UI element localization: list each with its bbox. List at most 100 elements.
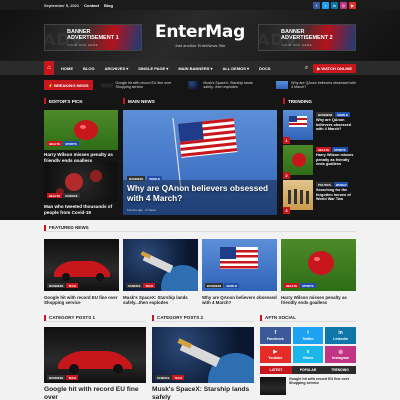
- banner-advertisement-2[interactable]: ADV BANNER ADVERTISEMENT 2 YOUR ADS HERE: [258, 24, 356, 51]
- featured-item[interactable]: BUSINESS WORLD Why are QAnon believers ob…: [202, 239, 277, 306]
- post-title[interactable]: Searching for the forgotten heroes of Wo…: [316, 188, 356, 202]
- watch-online-button[interactable]: ▶ WATCH ONLINE: [313, 63, 356, 73]
- facebook-icon[interactable]: f: [313, 1, 320, 9]
- post-title[interactable]: Google hit with record EU fine over Shop…: [44, 295, 119, 306]
- editors-pick-item[interactable]: HEALTH SPORTS Harry Wilson misses penalt…: [44, 110, 118, 168]
- category-badge[interactable]: TECH: [66, 375, 78, 380]
- category-badge[interactable]: WORLD: [224, 283, 239, 288]
- nav-item-all-demos[interactable]: ALL DEMOS: [217, 61, 254, 75]
- contact-link[interactable]: Contact: [84, 3, 99, 8]
- post-thumbnail: [283, 145, 313, 175]
- instagram-button[interactable]: ◎ Instagram: [325, 346, 356, 363]
- category-badge[interactable]: SPORTS: [300, 283, 316, 288]
- post-title[interactable]: Why are QAnon believers obsessed with 4 …: [316, 118, 356, 132]
- editors-pick-item[interactable]: HEALTH SCIENCE Man who tweeted thousands…: [44, 162, 118, 215]
- category-badge[interactable]: BUSINESS: [316, 112, 335, 117]
- featured-news-section: FEATURED NEWS BUSINESS TECH Google hit wi…: [44, 224, 356, 306]
- post-title[interactable]: Why are QAnon believers obsessed with 4 …: [202, 295, 277, 306]
- post-image[interactable]: BUSINESS TECH: [44, 327, 146, 383]
- category-badge[interactable]: SCIENCE: [63, 193, 80, 198]
- tab-latest[interactable]: LATEST: [260, 366, 292, 374]
- linkedin-button[interactable]: in Linkedin: [325, 327, 356, 344]
- tab-trending[interactable]: TRENDING: [324, 366, 356, 374]
- main-news-heading: MAIN NEWS: [123, 97, 155, 105]
- ticker-thumbnail: [188, 81, 201, 89]
- trending-item[interactable]: 2 HEALTH SPORTS Harry Wilson misses penal…: [283, 145, 356, 179]
- category-badge[interactable]: TECH: [143, 283, 156, 288]
- top-social-icons: f t in ◎ ▶: [313, 1, 356, 9]
- category-badge[interactable]: WORLD: [333, 182, 349, 187]
- category-badge[interactable]: BUSINESS: [47, 283, 66, 288]
- search-icon[interactable]: ⌕: [305, 65, 308, 72]
- ticker-item[interactable]: Google hit with record EU fine over Shop…: [100, 81, 181, 90]
- ticker-thumbnail: [100, 81, 113, 89]
- instagram-icon: ◎: [338, 348, 343, 355]
- ticker-item[interactable]: Musk's SpaceX: Starship lands safely...t…: [188, 81, 268, 90]
- site-logo[interactable]: EnterMag Just another EnterNews Site: [150, 22, 250, 48]
- nav-item-blog[interactable]: BLOG: [78, 61, 100, 75]
- linkedin-icon: in: [338, 329, 343, 336]
- nav-item-home[interactable]: HOME: [56, 61, 78, 75]
- nav-item-main-banners[interactable]: MAIN BANNERS: [173, 61, 217, 75]
- post-title[interactable]: Man who tweeted thousands of people from…: [44, 204, 118, 215]
- nav-item-single-page[interactable]: SINGLE PAGE: [133, 61, 173, 75]
- category-badge[interactable]: SPORTS: [63, 141, 79, 146]
- post-title[interactable]: Google hit with record EU fine over: [44, 386, 146, 400]
- category-badge[interactable]: BUSINESS: [205, 283, 224, 288]
- category-badge[interactable]: BUSINESS: [47, 375, 66, 380]
- category-badge[interactable]: WORLD: [147, 176, 162, 181]
- vimeo-icon: v: [306, 348, 310, 355]
- main-news-card[interactable]: BUSINESS WORLD Why are QAnon believers o…: [123, 110, 277, 215]
- home-icon[interactable]: ⌂: [44, 61, 54, 75]
- featured-item[interactable]: SCIENCE TECH Musk's SpaceX: Starship land…: [123, 239, 198, 306]
- banner-title: BANNER ADVERTISEMENT 1: [67, 29, 119, 41]
- post-title[interactable]: Harry Wilson misses penalty as friendly …: [316, 153, 356, 167]
- tab-popular[interactable]: POPULAR: [292, 366, 324, 374]
- category-badge[interactable]: HEALTH: [316, 147, 332, 152]
- post-meta: 6 hours ago · 0 Views: [127, 208, 156, 212]
- post-title[interactable]: Harry Wilson misses penalty as friendly …: [281, 295, 356, 306]
- trending-item[interactable]: 3 POLITICS WORLD Searching for the forgot…: [283, 180, 356, 214]
- category-badge[interactable]: HEALTH: [47, 193, 63, 198]
- category-badge[interactable]: SCIENCE: [155, 375, 172, 380]
- vimeo-button[interactable]: v Vimeo: [292, 346, 324, 363]
- category-badge[interactable]: HEALTH: [284, 283, 300, 288]
- category-badge[interactable]: TECH: [172, 375, 185, 380]
- twitter-icon[interactable]: t: [322, 1, 329, 9]
- banner-advertisement-1[interactable]: ADV BANNER ADVERTISEMENT 1 YOUR ADS HERE: [44, 24, 142, 51]
- category-badge[interactable]: TECH: [66, 283, 78, 288]
- post-image: BUSINESS WORLD: [202, 239, 277, 291]
- post-categories: BUSINESS WORLD: [127, 176, 162, 181]
- post-title[interactable]: Musk's SpaceX: Starship lands safely...t…: [123, 295, 198, 306]
- latest-post-item[interactable]: Google hit with record EU fine over Shop…: [260, 377, 356, 395]
- post-categories: HEALTH SPORTS: [47, 141, 79, 146]
- category-badge[interactable]: SCIENCE: [126, 283, 143, 288]
- facebook-button[interactable]: f Facebook: [260, 327, 291, 344]
- nav-item-docs[interactable]: DOCS: [254, 61, 276, 75]
- breaking-news-ticker: ⚡ BREAKING NEWS Google hit with record E…: [44, 78, 356, 92]
- post-title[interactable]: Musk's SpaceX: Starship lands safely: [152, 386, 254, 400]
- category-badge[interactable]: BUSINESS: [127, 176, 146, 181]
- youtube-button[interactable]: ▶ Youtube: [260, 346, 291, 363]
- category-badge[interactable]: HEALTH: [47, 141, 63, 146]
- heading-accent-bar: [152, 314, 154, 321]
- soldiers-thumbnail: [288, 189, 309, 204]
- linkedin-icon[interactable]: in: [331, 1, 338, 9]
- nav-item-archives[interactable]: ARCHIVES: [100, 61, 134, 75]
- category-badge[interactable]: POLITICS: [316, 182, 333, 187]
- main-news-title[interactable]: Why are QAnon believers obsessed with 4 …: [127, 183, 273, 203]
- category-badge[interactable]: SPORTS: [332, 147, 348, 152]
- current-date: September 5, 2021: [44, 2, 80, 8]
- featured-item[interactable]: BUSINESS TECH Google hit with record EU f…: [44, 239, 119, 306]
- instagram-icon[interactable]: ◎: [340, 1, 347, 9]
- featured-item[interactable]: HEALTH SPORTS Harry Wilson misses penalty…: [281, 239, 356, 306]
- post-image[interactable]: SCIENCE TECH: [152, 327, 254, 383]
- twitter-button[interactable]: t Twitter: [292, 327, 324, 344]
- category-badge[interactable]: WORLD: [335, 112, 350, 117]
- trending-item[interactable]: 1 BUSINESS WORLD Why are QAnon believers …: [283, 110, 356, 144]
- blog-link[interactable]: Blog: [104, 3, 113, 8]
- post-image: HEALTH SPORTS: [44, 110, 118, 150]
- youtube-icon[interactable]: ▶: [349, 1, 356, 9]
- ticker-item[interactable]: Why are QAnon believers obsessed with 4 …: [276, 81, 356, 90]
- category-posts-2: CATEGORY POSTS 2 SCIENCE TECH Musk's Spac…: [152, 314, 254, 400]
